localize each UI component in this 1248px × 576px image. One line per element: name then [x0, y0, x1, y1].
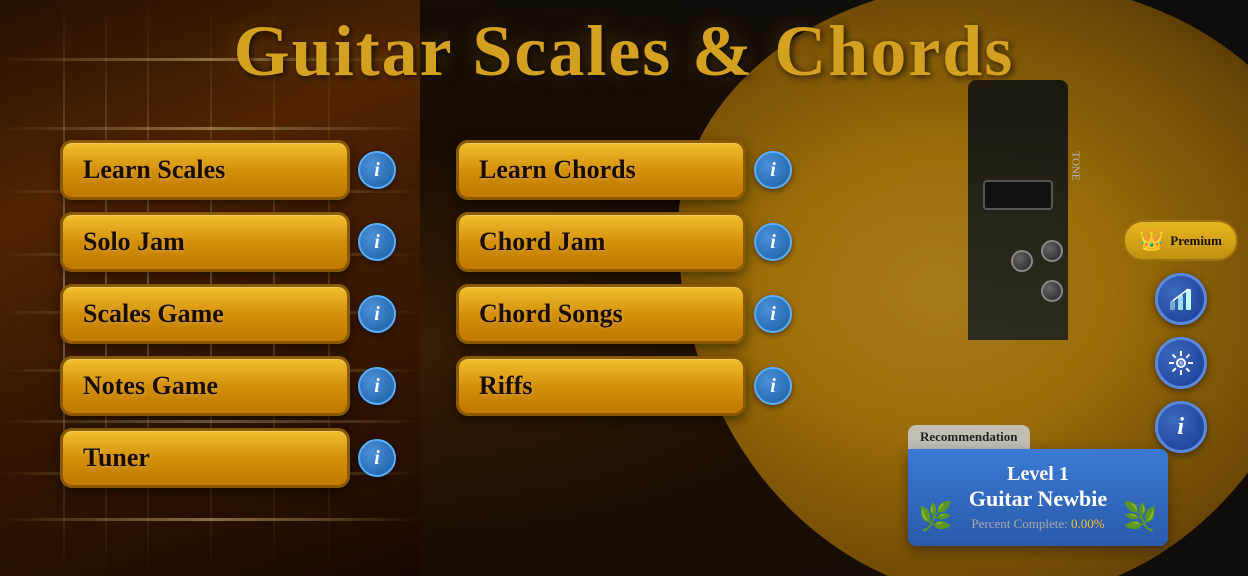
- stats-button[interactable]: [1155, 273, 1207, 325]
- tuner-row: Tuner i: [60, 428, 444, 488]
- solo-jam-info-button[interactable]: i: [358, 223, 396, 261]
- chord-jam-row: Chord Jam i: [456, 212, 840, 272]
- recommendation-label: Recommendation: [908, 425, 1030, 449]
- riffs-info-button[interactable]: i: [754, 367, 792, 405]
- empty-slot: [456, 428, 840, 488]
- learn-chords-info-button[interactable]: i: [754, 151, 792, 189]
- learn-scales-button[interactable]: Learn Scales: [60, 140, 350, 200]
- chart-icon: [1167, 285, 1195, 313]
- tuner-button[interactable]: Tuner: [60, 428, 350, 488]
- scales-game-info-button[interactable]: i: [358, 295, 396, 333]
- premium-button[interactable]: 👑 Premium: [1123, 220, 1238, 261]
- recommendation-card[interactable]: 🌿 🌿 Level 1 Guitar Newbie Percent Comple…: [908, 449, 1168, 546]
- percent-value: 0.00%: [1071, 516, 1105, 531]
- learn-scales-info-button[interactable]: i: [358, 151, 396, 189]
- chord-songs-button[interactable]: Chord Songs: [456, 284, 746, 344]
- riffs-button[interactable]: Riffs: [456, 356, 746, 416]
- right-panel: 👑 Premium i: [1123, 220, 1238, 453]
- laurel-left-icon: 🌿: [918, 500, 953, 534]
- scales-game-row: Scales Game i: [60, 284, 444, 344]
- info-icon-label: i: [1177, 414, 1184, 441]
- scales-game-button[interactable]: Scales Game: [60, 284, 350, 344]
- notes-game-row: Notes Game i: [60, 356, 444, 416]
- chord-songs-info-button[interactable]: i: [754, 295, 792, 333]
- percent-label: Percent Complete: 0.00%: [928, 516, 1148, 532]
- app-title-container: Guitar Scales & Chords: [0, 10, 1248, 93]
- tuner-info-button[interactable]: i: [358, 439, 396, 477]
- app-title: Guitar Scales & Chords: [0, 10, 1248, 93]
- solo-jam-button[interactable]: Solo Jam: [60, 212, 350, 272]
- learn-scales-row: Learn Scales i: [60, 140, 444, 200]
- gear-icon: [1167, 349, 1195, 377]
- chord-songs-row: Chord Songs i: [456, 284, 840, 344]
- settings-button[interactable]: [1155, 337, 1207, 389]
- guitar-level-title: Guitar Newbie: [928, 486, 1148, 512]
- solo-jam-row: Solo Jam i: [60, 212, 444, 272]
- chord-jam-button[interactable]: Chord Jam: [456, 212, 746, 272]
- main-menu: Learn Scales i Learn Chords i Solo Jam i…: [60, 140, 840, 488]
- learn-chords-row: Learn Chords i: [456, 140, 840, 200]
- level-text: Level 1: [928, 463, 1148, 486]
- notes-game-info-button[interactable]: i: [358, 367, 396, 405]
- premium-label: Premium: [1170, 233, 1222, 249]
- crown-icon: 👑: [1139, 228, 1164, 253]
- recommendation-area: Recommendation 🌿 🌿 Level 1 Guitar Newbie…: [908, 425, 1168, 546]
- chord-jam-info-button[interactable]: i: [754, 223, 792, 261]
- riffs-row: Riffs i: [456, 356, 840, 416]
- laurel-right-icon: 🌿: [1123, 500, 1158, 534]
- learn-chords-button[interactable]: Learn Chords: [456, 140, 746, 200]
- notes-game-button[interactable]: Notes Game: [60, 356, 350, 416]
